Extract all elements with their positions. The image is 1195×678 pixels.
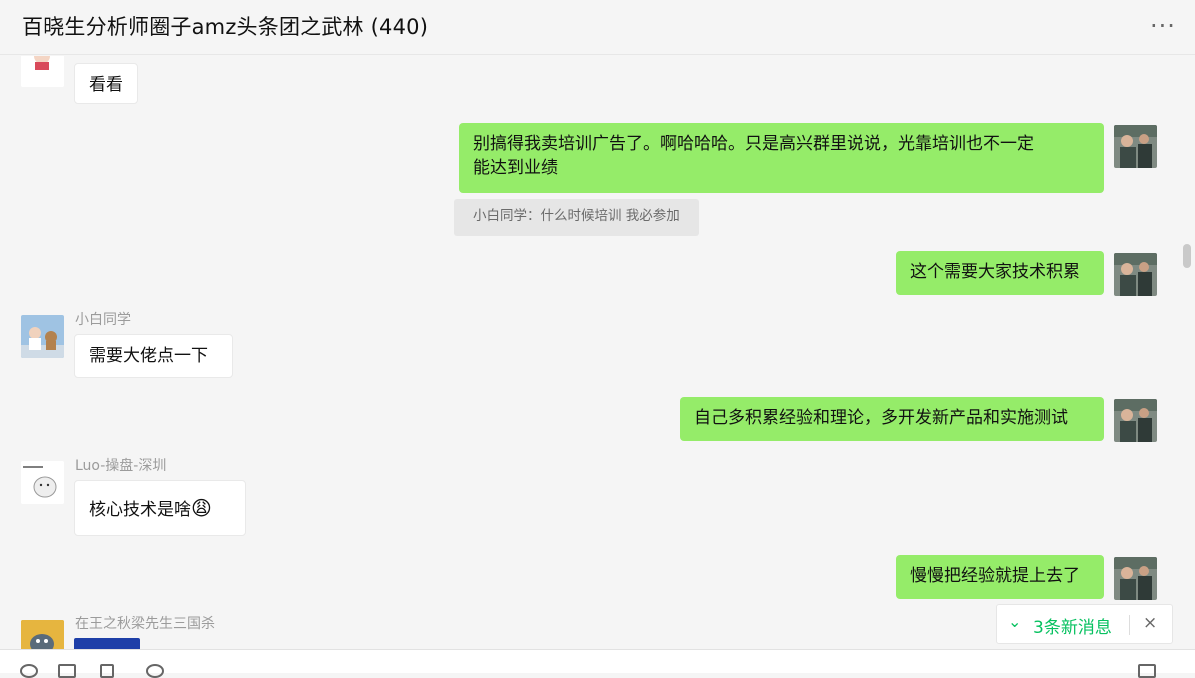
message-bubble[interactable]: 核心技术是啥😩: [74, 480, 246, 536]
quoted-message[interactable]: 小白同学：什么时候培训 我必参加: [454, 199, 699, 236]
message-bubble[interactable]: 看看: [74, 63, 138, 104]
self-avatar[interactable]: [1114, 399, 1157, 442]
sender-name: 小白同学: [75, 312, 131, 328]
avatar[interactable]: [21, 461, 64, 504]
self-avatar[interactable]: [1114, 557, 1157, 600]
emoji-icon: 😩: [191, 496, 212, 520]
message-line: 能达到业绩: [473, 158, 558, 178]
self-avatar[interactable]: [1114, 125, 1157, 168]
sender-name: Luo-操盘-深圳: [75, 458, 167, 474]
message-line: 别搞得我卖培训广告了。啊哈哈哈。只是高兴群里说说，光靠培训也不一定: [473, 134, 1034, 154]
photo-avatar-icon: [1114, 399, 1157, 442]
double-chevron-down-icon: ⌄: [1008, 612, 1022, 631]
baby-bear-avatar-icon: [21, 315, 64, 358]
avatar[interactable]: [21, 315, 64, 358]
avatar[interactable]: [21, 620, 64, 649]
photo-avatar-icon: [1114, 125, 1157, 168]
cartoon-avatar-icon: [21, 620, 64, 649]
input-toolbar: [0, 649, 1195, 678]
new-messages-label: 3条新消息: [1033, 618, 1112, 638]
history-icon[interactable]: [1138, 664, 1156, 678]
avatar[interactable]: [21, 56, 64, 87]
sender-name: 在王之秋梁先生三国杀: [75, 616, 215, 632]
message-bubble[interactable]: 慢慢把经验就提上去了: [896, 555, 1104, 599]
scissors-icon[interactable]: [100, 664, 114, 678]
emoji-icon[interactable]: [20, 664, 38, 678]
close-icon[interactable]: ×: [1143, 613, 1157, 633]
photo-avatar-icon: [1114, 253, 1157, 296]
message-text: 核心技术是啥: [89, 500, 191, 520]
chat-bubble-icon[interactable]: [146, 664, 164, 678]
more-icon[interactable]: ···: [1150, 12, 1176, 40]
self-avatar[interactable]: [1114, 253, 1157, 296]
message-bubble[interactable]: 这个需要大家技术积累: [896, 251, 1104, 295]
new-messages-banner[interactable]: ⌄ 3条新消息 ×: [996, 604, 1173, 644]
girl-avatar-icon: [21, 56, 64, 87]
message-bubble[interactable]: 别搞得我卖培训广告了。啊哈哈哈。只是高兴群里说说，光靠培训也不一定 能达到业绩: [459, 123, 1104, 193]
message-bubble[interactable]: 自己多积累经验和理论，多开发新产品和实施测试: [680, 397, 1104, 441]
cartoon-cat-avatar-icon: [21, 461, 64, 504]
folder-icon[interactable]: [58, 664, 76, 678]
scrollbar[interactable]: [1183, 244, 1191, 268]
chat-header: 百晓生分析师圈子amz头条团之武林 (440) ···: [0, 0, 1195, 55]
message-list[interactable]: 看看 别搞得我卖培训广告了。啊哈哈哈。只是高兴群里说说，光靠培训也不一定 能达到…: [0, 56, 1195, 649]
photo-avatar-icon: [1114, 557, 1157, 600]
chat-title: 百晓生分析师圈子amz头条团之武林 (440): [22, 15, 429, 39]
image-message-thumbnail[interactable]: [74, 638, 140, 649]
divider: [1129, 615, 1130, 635]
message-bubble[interactable]: 需要大佬点一下: [74, 334, 233, 378]
